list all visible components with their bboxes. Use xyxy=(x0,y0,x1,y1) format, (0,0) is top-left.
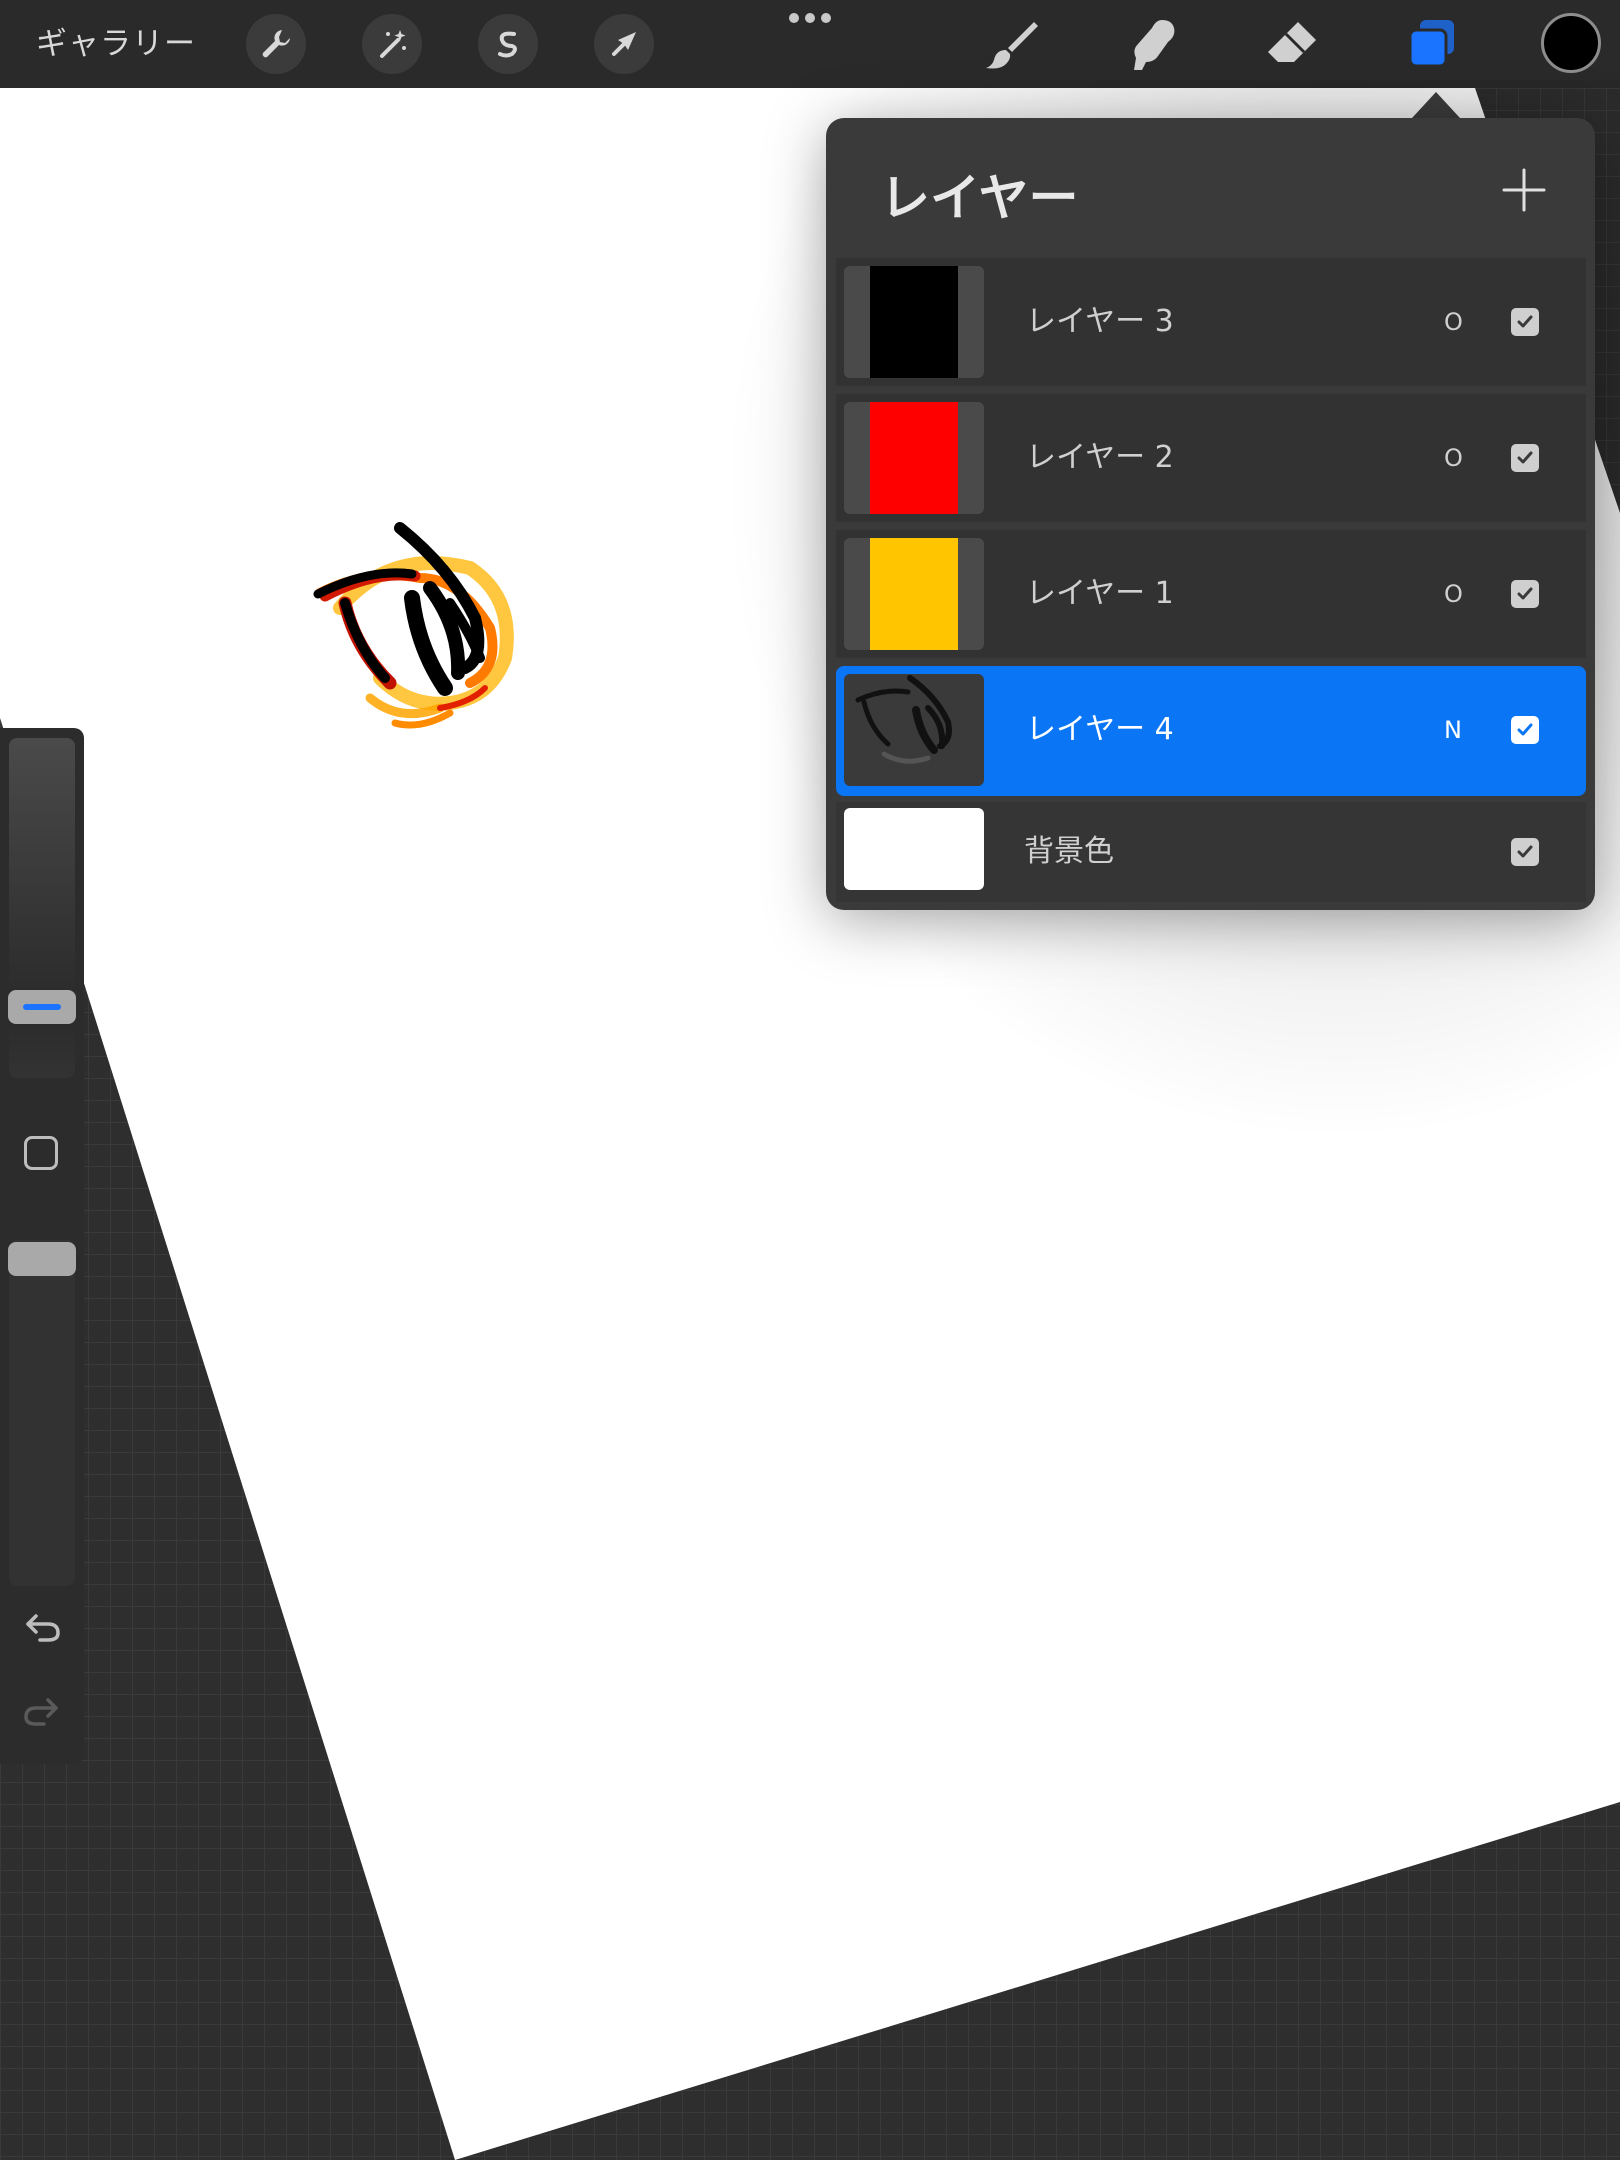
left-sidebar xyxy=(0,728,84,1764)
checkmark-icon xyxy=(1517,315,1533,328)
visibility-checkbox[interactable] xyxy=(1511,838,1539,866)
smudge-tool-button[interactable] xyxy=(1120,12,1184,76)
panel-pointer xyxy=(1412,92,1460,118)
panel-title: レイヤー xyxy=(880,169,1079,227)
layers-panel: レイヤー レイヤー 3 O レイヤー 2 O レイヤー 1 O レイヤー 4 N… xyxy=(826,118,1595,910)
layer-thumbnail-fill xyxy=(870,538,958,650)
visibility-checkbox[interactable] xyxy=(1511,444,1539,472)
magic-wand-icon xyxy=(380,30,406,58)
layer-name: レイヤー 3 xyxy=(1026,304,1174,339)
brush-tool-button[interactable] xyxy=(980,12,1044,76)
opacity-slider[interactable] xyxy=(9,1240,75,1586)
layer-thumbnail[interactable] xyxy=(844,266,984,378)
blend-mode-button[interactable]: N xyxy=(1444,666,1462,794)
layer-row-selected[interactable]: レイヤー 4 N xyxy=(836,666,1586,796)
layer-thumbnail[interactable] xyxy=(844,402,984,514)
layer-thumbnail-fill xyxy=(870,266,958,378)
brush-size-slider[interactable] xyxy=(9,738,75,1078)
layers-tool-button[interactable] xyxy=(1400,12,1464,76)
gallery-button[interactable]: ギャラリー xyxy=(36,22,196,66)
checkmark-icon xyxy=(1517,451,1533,464)
selection-button[interactable] xyxy=(478,14,538,74)
eye-drawing xyxy=(313,522,514,729)
background-layer-name: 背景色 xyxy=(1024,834,1114,869)
opacity-handle[interactable] xyxy=(8,1242,76,1276)
redo-icon[interactable] xyxy=(22,1690,62,1730)
layer-name: レイヤー 4 xyxy=(1026,712,1174,747)
layer-row[interactable]: レイヤー 3 O xyxy=(836,258,1586,386)
eye-drawing-thumbnail xyxy=(855,675,952,764)
checkmark-icon xyxy=(1517,845,1533,858)
actions-button[interactable] xyxy=(246,14,306,74)
background-color-thumbnail[interactable] xyxy=(844,808,984,890)
layer-thumbnail-fill xyxy=(870,402,958,514)
layer-row[interactable]: レイヤー 2 O xyxy=(836,394,1586,522)
transform-button[interactable] xyxy=(594,14,654,74)
layer-name: レイヤー 2 xyxy=(1026,440,1174,475)
adjustments-button[interactable] xyxy=(362,14,422,74)
checkmark-icon xyxy=(1517,587,1533,600)
add-layer-icon[interactable] xyxy=(1502,168,1546,212)
top-toolbar: ギャラリー xyxy=(0,0,1620,88)
layer-thumbnail[interactable] xyxy=(844,538,984,650)
color-picker-button[interactable] xyxy=(1541,13,1601,73)
layer-thumbnail[interactable] xyxy=(844,674,984,786)
background-layer-row[interactable]: 背景色 xyxy=(836,802,1586,902)
blend-mode-button[interactable]: O xyxy=(1444,530,1463,658)
visibility-checkbox[interactable] xyxy=(1511,580,1539,608)
layers-icon xyxy=(1408,20,1454,68)
eraser-icon xyxy=(1268,22,1316,62)
more-options-icon[interactable] xyxy=(788,12,832,24)
undo-icon[interactable] xyxy=(22,1606,62,1646)
modify-button[interactable] xyxy=(24,1136,58,1170)
layer-name: レイヤー 1 xyxy=(1026,576,1174,611)
layer-row[interactable]: レイヤー 1 O xyxy=(836,530,1586,658)
visibility-checkbox[interactable] xyxy=(1511,308,1539,336)
blend-mode-button[interactable]: O xyxy=(1444,258,1463,386)
brush-size-handle[interactable] xyxy=(8,990,76,1024)
smudge-finger-icon xyxy=(1134,20,1175,70)
brush-icon xyxy=(986,22,1038,69)
eraser-tool-button[interactable] xyxy=(1260,12,1324,76)
selection-s-icon xyxy=(498,31,517,58)
checkmark-icon xyxy=(1517,723,1533,736)
visibility-checkbox[interactable] xyxy=(1511,716,1539,744)
blend-mode-button[interactable]: O xyxy=(1444,394,1463,522)
wrench-icon xyxy=(262,30,290,58)
cursor-arrow-icon xyxy=(612,32,636,56)
